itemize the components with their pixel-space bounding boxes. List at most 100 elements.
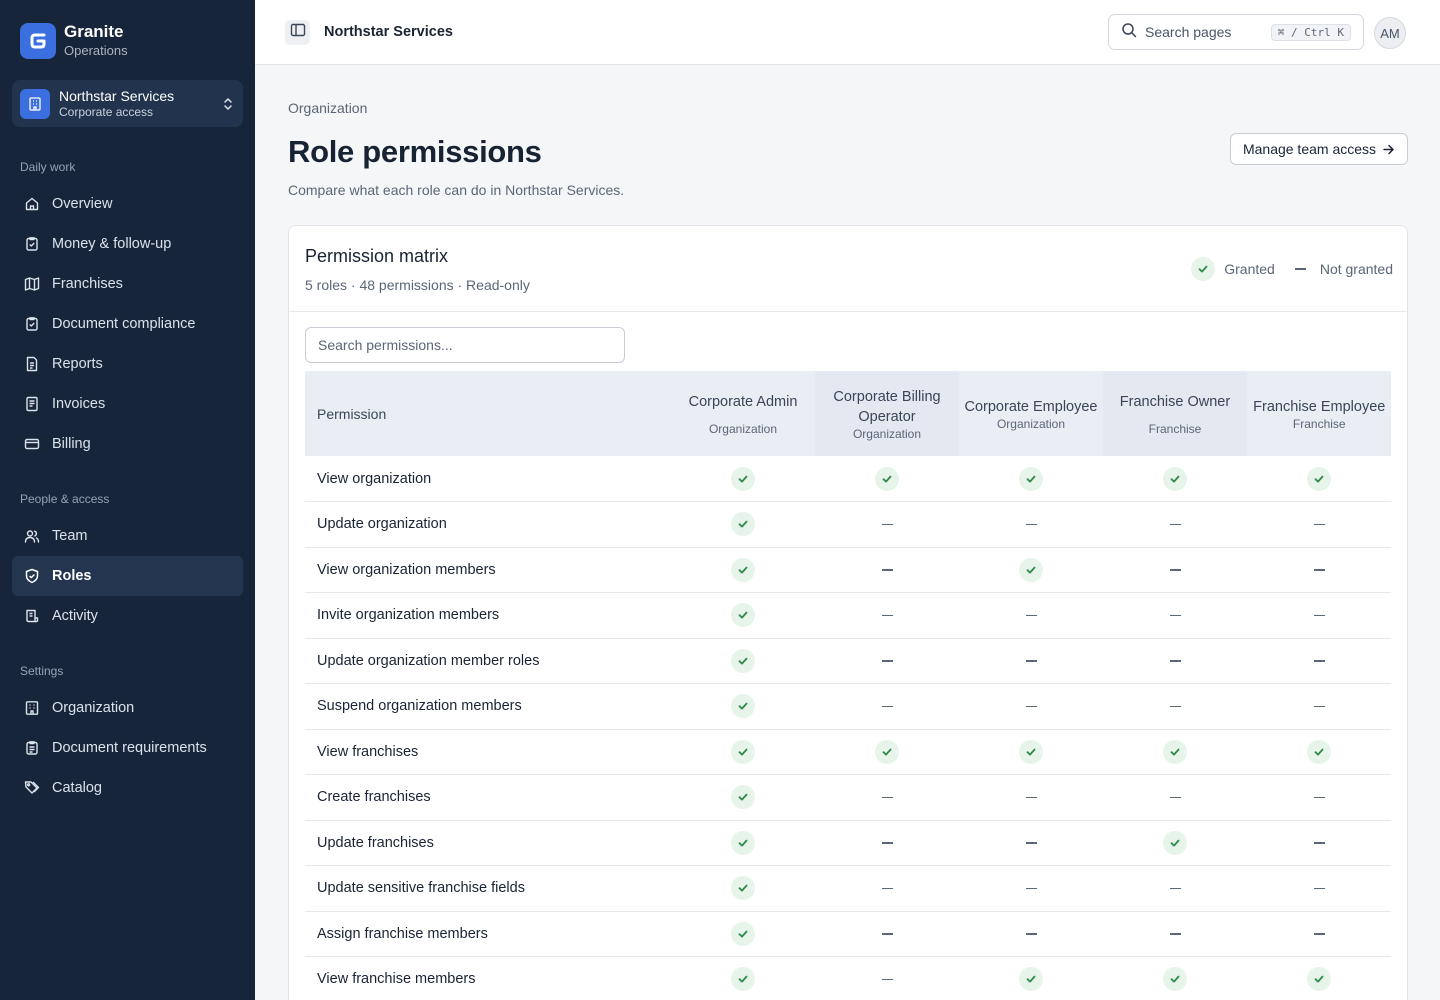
- permission-cell: [959, 866, 1103, 912]
- dash-icon: [881, 705, 893, 708]
- permission-cell: [1247, 820, 1391, 866]
- dash-icon: [1313, 523, 1325, 526]
- permission-name: Invite organization members: [317, 607, 500, 624]
- dash-icon: [1169, 933, 1181, 935]
- permission-cell: [1103, 547, 1247, 593]
- permission-cell: [671, 593, 815, 639]
- column-header-role: Corporate Billing Operator Organization: [815, 371, 959, 456]
- building-icon: [24, 700, 40, 716]
- check-icon: [1307, 466, 1331, 491]
- permission-name: Update organization: [317, 516, 447, 533]
- dash-icon: [1025, 887, 1037, 890]
- sidebar-item-organization[interactable]: Organization: [12, 688, 243, 728]
- chevron-up-down-icon: [221, 94, 235, 114]
- check-icon: [1019, 466, 1043, 491]
- sidebar-item-activity[interactable]: Activity: [12, 596, 243, 636]
- permission-cell: [1247, 684, 1391, 730]
- check-icon: [1163, 967, 1187, 992]
- check-icon: [731, 648, 755, 673]
- permission-cell: [1103, 502, 1247, 548]
- permission-cell: [959, 729, 1103, 775]
- permission-name: Update organization member roles: [317, 652, 540, 669]
- permission-cell: [1247, 547, 1391, 593]
- permission-cell: [1103, 820, 1247, 866]
- permission-cell: [1247, 638, 1391, 684]
- permission-cell: [1247, 456, 1391, 502]
- clipboard-check-icon: [24, 316, 40, 332]
- sidebar-item-document-requirements[interactable]: Document requirements: [12, 728, 243, 768]
- dash-icon: [1025, 842, 1037, 844]
- table-row: Create franchises: [305, 775, 1391, 820]
- organization-switcher[interactable]: Northstar Services Corporate access: [12, 80, 243, 127]
- permission-cell: [815, 820, 959, 866]
- table-row: Update organization member roles: [305, 638, 1391, 684]
- check-icon: [1019, 557, 1043, 582]
- dash-icon: [1313, 705, 1325, 708]
- permission-cell: [671, 957, 815, 1000]
- sidebar-item-money-follow-up[interactable]: Money & follow-up: [12, 224, 243, 264]
- permission-cell: [815, 684, 959, 730]
- search-placeholder: Search pages: [1145, 24, 1232, 40]
- column-header-role: Franchise Owner Franchise: [1103, 371, 1247, 456]
- permission-cell: [959, 820, 1103, 866]
- table-row: View organization: [305, 456, 1391, 502]
- column-header-role: Franchise Employee Franchise: [1247, 371, 1391, 456]
- shield-check-icon: [24, 568, 40, 584]
- sidebar-item-reports[interactable]: Reports: [12, 344, 243, 384]
- sidebar-toggle-button[interactable]: [285, 20, 310, 45]
- home-icon: [24, 196, 40, 212]
- breadcrumb[interactable]: Organization: [288, 100, 367, 116]
- sidebar-item-billing[interactable]: Billing: [12, 424, 243, 464]
- check-icon: [1019, 967, 1043, 992]
- sidebar-item-invoices[interactable]: Invoices: [12, 384, 243, 424]
- page-title: Role permissions: [288, 134, 542, 169]
- manage-team-access-button[interactable]: Manage team access: [1230, 133, 1408, 165]
- check-icon: [731, 512, 755, 537]
- permission-cell: [671, 729, 815, 775]
- nav-section-daily-work: Daily work: [20, 160, 76, 174]
- role-name: Corporate Employee: [964, 398, 1098, 415]
- table-row: Invite organization members: [305, 593, 1391, 639]
- check-icon: [1307, 739, 1331, 764]
- column-header-permission: Permission: [317, 405, 387, 422]
- brand[interactable]: Granite Operations: [20, 22, 128, 59]
- sidebar-item-overview[interactable]: Overview: [12, 184, 243, 224]
- keyboard-shortcut: ⌘ / Ctrl K: [1270, 23, 1351, 41]
- dash-icon: [1025, 705, 1037, 708]
- sidebar-item-team[interactable]: Team: [12, 516, 243, 556]
- permission-name: Create franchises: [317, 789, 431, 806]
- role-scope: Franchise: [1292, 416, 1346, 431]
- clipboard-list-icon: [24, 740, 40, 756]
- sidebar-item-label: Organization: [52, 700, 135, 716]
- permission-name: Assign franchise members: [317, 925, 488, 942]
- avatar[interactable]: AM: [1374, 17, 1406, 49]
- table-row: Update franchises: [305, 820, 1391, 866]
- check-icon: [731, 785, 755, 810]
- permission-name: Suspend organization members: [317, 698, 522, 715]
- column-header-role: Corporate Admin Organization: [671, 371, 815, 456]
- check-icon: [731, 967, 755, 992]
- permission-cell: [1103, 684, 1247, 730]
- sidebar-item-franchises[interactable]: Franchises: [12, 264, 243, 304]
- panel-left-icon: [290, 22, 306, 43]
- role-scope: Organization: [996, 416, 1066, 431]
- sidebar-item-label: Billing: [52, 436, 91, 452]
- dash-icon: [881, 933, 893, 935]
- dash-icon: [881, 887, 893, 890]
- permission-matrix-table: Permission Corporate Admin Organization …: [305, 371, 1391, 1000]
- permission-cell: [671, 547, 815, 593]
- permission-name: Update franchises: [317, 834, 434, 851]
- page-search-input[interactable]: Search pages ⌘ / Ctrl K: [1108, 14, 1364, 50]
- sidebar-item-document-compliance[interactable]: Document compliance: [12, 304, 243, 344]
- sidebar-item-catalog[interactable]: Catalog: [12, 768, 243, 808]
- permission-cell: [671, 502, 815, 548]
- permission-cell: [671, 684, 815, 730]
- permission-cell: [1103, 456, 1247, 502]
- permission-cell: [815, 957, 959, 1000]
- credit-card-icon: [24, 436, 40, 452]
- sidebar-item-roles[interactable]: Roles: [12, 556, 243, 596]
- dash-icon: [881, 523, 893, 526]
- column-header-role: Corporate Employee Organization: [959, 371, 1103, 456]
- role-name: Franchise Owner: [1119, 393, 1231, 410]
- permission-search-input[interactable]: [305, 327, 625, 363]
